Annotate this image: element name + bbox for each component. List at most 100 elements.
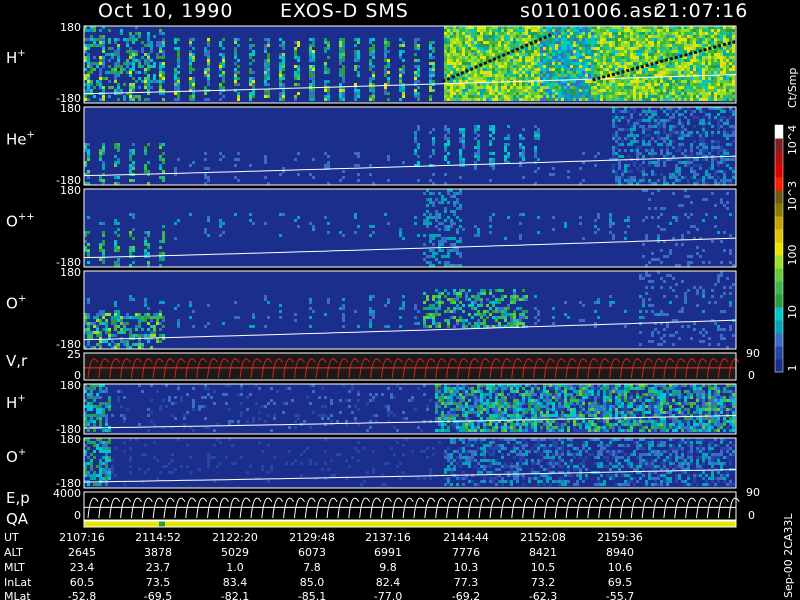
colorbar-swatch xyxy=(775,294,783,308)
panel-o-plusplus xyxy=(83,188,737,268)
ephem-value: -85.1 xyxy=(298,590,326,600)
ut-tick: 2114:52 xyxy=(135,531,181,544)
colorbar-swatch xyxy=(775,177,783,191)
ephem-label-mlat: MLat xyxy=(4,590,31,600)
ephem-value: 85.0 xyxy=(300,576,325,589)
rtick-bottom-v-r: 0 xyxy=(748,369,755,382)
ephem-value: 9.8 xyxy=(379,561,397,574)
colorbar-tick: 1 xyxy=(786,365,799,372)
ephem-value: 77.3 xyxy=(454,576,479,589)
ephem-value: 1.0 xyxy=(226,561,244,574)
ephem-label-inlat: InLat xyxy=(4,576,32,589)
ephem-value: 82.4 xyxy=(376,576,401,589)
panel-label-v-r: V,r xyxy=(6,352,28,370)
ephem-value: 6073 xyxy=(298,546,326,559)
ephem-value: 2645 xyxy=(68,546,96,559)
panel-o-plus-upper xyxy=(83,270,737,350)
colorbar-swatch xyxy=(775,138,783,152)
ephem-value: -82.1 xyxy=(221,590,249,600)
ut-label: UT xyxy=(4,531,19,544)
ephem-value: -69.2 xyxy=(452,590,480,600)
ephem-value: -55.7 xyxy=(606,590,634,600)
ephem-value: 7.8 xyxy=(303,561,321,574)
colorbar-swatch xyxy=(775,255,783,269)
panel-label-e-p: E,p xyxy=(6,489,30,507)
ephem-label-alt: ALT xyxy=(4,546,23,559)
ytick-top-v-r: 25 xyxy=(67,348,81,361)
ephem-value: 8421 xyxy=(529,546,557,559)
colorbar-unit: Ct/Smp xyxy=(786,68,799,108)
ut-tick: 2152:08 xyxy=(520,531,566,544)
panel-he-plus xyxy=(83,106,737,186)
panel-e-p xyxy=(83,491,740,521)
colorbar-swatch xyxy=(775,164,783,178)
ephem-value: -77.0 xyxy=(374,590,402,600)
header-instrument: EXOS-D SMS xyxy=(280,0,409,22)
ytick-top-o-plus-upper: 180 xyxy=(60,266,81,279)
colorbar-tick: 10 xyxy=(786,305,799,319)
panel-qa xyxy=(83,520,737,528)
panel-h-plus-lower xyxy=(83,383,737,435)
ephem-value: 3878 xyxy=(144,546,172,559)
rtick-top-e-p: 90 xyxy=(746,486,760,499)
colorbar-swatch xyxy=(775,242,783,256)
ephem-value: 23.4 xyxy=(70,561,95,574)
colorbar-swatch xyxy=(775,151,783,165)
colorbar-swatch xyxy=(775,125,783,139)
ytick-top-h-plus-lower: 180 xyxy=(60,379,81,392)
header-date: Oct 10, 1990 xyxy=(98,0,234,22)
colorbar-swatch xyxy=(775,320,783,334)
colorbar-swatch xyxy=(775,359,783,373)
ephem-value: 7776 xyxy=(452,546,480,559)
ytick-top-o-plus-lower: 180 xyxy=(60,433,81,446)
ytick-bottom-e-p: 0 xyxy=(74,509,81,522)
ephem-value: 73.5 xyxy=(146,576,171,589)
ephem-value: 23.7 xyxy=(146,561,171,574)
colorbar-swatch xyxy=(775,216,783,230)
ephem-value: 83.4 xyxy=(223,576,248,589)
colorbar-swatch xyxy=(775,346,783,360)
colorbar-swatch xyxy=(775,229,783,243)
ephem-value: 10.6 xyxy=(608,561,633,574)
colorbar-tick: 100 xyxy=(786,245,799,266)
colorbar-tick: 10^3 xyxy=(786,181,799,211)
panel-o-plus-lower xyxy=(83,437,737,489)
ytick-top-h-plus-upper: 180 xyxy=(60,21,81,34)
ephem-value: 10.3 xyxy=(454,561,479,574)
header-time: 21:07:16 xyxy=(655,0,748,22)
colorbar-swatch xyxy=(775,281,783,295)
ephem-value: 6991 xyxy=(374,546,402,559)
colorbar-swatch xyxy=(775,190,783,204)
panel-h-plus-upper xyxy=(83,25,737,104)
ephem-value: 8940 xyxy=(606,546,634,559)
ephem-value: 73.2 xyxy=(531,576,556,589)
panel-v-r xyxy=(83,352,740,381)
colorbar-swatch xyxy=(775,203,783,217)
ephem-value: 69.5 xyxy=(608,576,633,589)
sms-spectrogram-figure: Oct 10, 1990 EXOS-D SMS s0101006.asr 21:… xyxy=(0,0,800,600)
ytick-top-o-plusplus: 180 xyxy=(60,184,81,197)
ut-tick: 2159:36 xyxy=(597,531,643,544)
colorbar-tick: 10^4 xyxy=(786,125,799,155)
ephem-value: 60.5 xyxy=(70,576,95,589)
ephem-value: -52.8 xyxy=(68,590,96,600)
colorbar-swatch xyxy=(775,333,783,347)
ut-tick: 2144:44 xyxy=(443,531,489,544)
rtick-bottom-e-p: 0 xyxy=(748,509,755,522)
ephem-value: 10.5 xyxy=(531,561,556,574)
panel-label-qa: QA xyxy=(6,510,29,528)
ephem-label-mlt: MLT xyxy=(4,561,25,574)
header-file: s0101006.asr xyxy=(520,0,662,22)
colorbar-swatch xyxy=(775,268,783,282)
ut-tick: 2107:16 xyxy=(59,531,105,544)
panel-stack xyxy=(83,25,740,528)
ephem-value: 5029 xyxy=(221,546,249,559)
ut-tick: 2137:16 xyxy=(365,531,411,544)
ytick-top-he-plus: 180 xyxy=(60,102,81,115)
colorbar-swatch xyxy=(775,307,783,321)
ytick-top-e-p: 4000 xyxy=(53,487,81,500)
side-note: Sep-00 2CA33L xyxy=(782,513,795,598)
rtick-top-v-r: 90 xyxy=(746,347,760,360)
ut-tick: 2122:20 xyxy=(212,531,258,544)
ephem-value: -62.3 xyxy=(529,590,557,600)
